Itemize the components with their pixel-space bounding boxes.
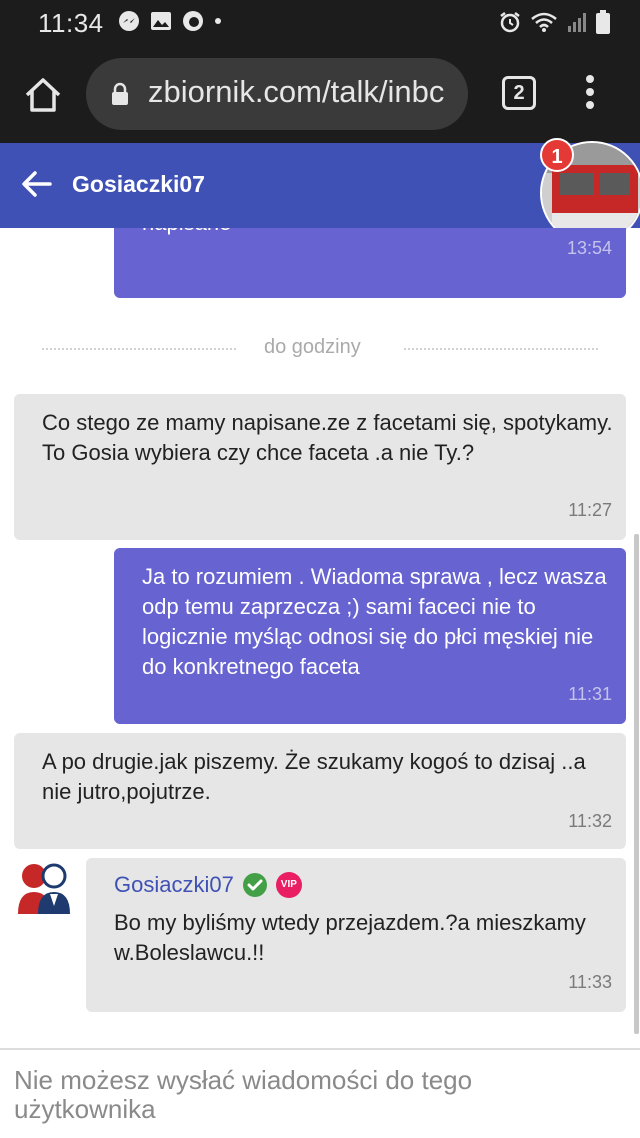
message-bubble-outgoing: Ja to rozumiem . Wiadoma sprawa , lecz w…	[114, 548, 626, 724]
messenger-icon	[119, 11, 139, 31]
home-icon[interactable]	[22, 74, 64, 116]
wifi-icon	[531, 12, 557, 32]
browser-menu-icon[interactable]	[580, 72, 600, 116]
sender-name: Gosiaczki07	[114, 872, 234, 897]
message-bubble-incoming: A po drugie.jak piszemy. Że szukamy kogo…	[14, 733, 626, 849]
notification-badge: 1	[540, 138, 574, 172]
url-text: zbiornik.com/talk/inbc	[148, 74, 445, 109]
scrollbar[interactable]	[634, 534, 639, 1034]
lock-icon	[112, 82, 128, 105]
back-arrow-icon[interactable]	[20, 167, 54, 201]
tab-switcher-button[interactable]: 2	[502, 76, 536, 110]
message-text: Co stego ze mamy napisane.ze z facetami …	[42, 410, 613, 465]
message-time: 11:27	[568, 500, 612, 520]
date-divider-label: do godziny	[264, 336, 361, 358]
message-list[interactable]: napisane 13:54 do godziny Co stego ze ma…	[0, 228, 640, 1048]
message-time: 11:31	[568, 684, 612, 704]
message-bubble-incoming: Gosiaczki07 VIP Bo my byliśmy wtedy prze…	[86, 858, 626, 1012]
message-sender[interactable]: Gosiaczki07 VIP	[114, 872, 302, 898]
chat-title: Gosiaczki07	[72, 171, 205, 197]
dot-icon	[215, 18, 221, 24]
alarm-icon	[500, 12, 520, 33]
message-text: napisane	[142, 228, 231, 238]
couple-avatar-icon[interactable]	[14, 858, 72, 916]
message-text: A po drugie.jak piszemy. Że szukamy kogo…	[42, 749, 586, 804]
message-time: 11:32	[568, 811, 612, 831]
date-divider: do godziny	[42, 336, 598, 366]
address-bar[interactable]: zbiornik.com/talk/inbc	[86, 58, 468, 130]
message-text: Ja to rozumiem . Wiadoma sprawa , lecz w…	[142, 564, 607, 679]
vip-badge: VIP	[275, 872, 302, 898]
message-bubble-outgoing: napisane 13:54	[114, 228, 626, 298]
composer-disabled: Nie możesz wysłać wiadomości do tego uży…	[0, 1048, 640, 1138]
signal-icon	[568, 13, 586, 32]
message-time: 11:33	[568, 972, 612, 992]
message-time: 13:54	[566, 238, 612, 258]
gallery-icon	[151, 12, 171, 30]
firefox-icon	[183, 11, 203, 31]
cannot-send-notice: Nie możesz wysłać wiadomości do tego uży…	[14, 1065, 473, 1124]
verified-icon	[242, 873, 267, 897]
status-bar: 11:34	[0, 0, 640, 48]
browser-toolbar: zbiornik.com/talk/inbc 2	[0, 48, 640, 143]
message-text: Bo my byliśmy wtedy przejazdem.?a mieszk…	[114, 910, 586, 965]
message-bubble-incoming: Co stego ze mamy napisane.ze z facetami …	[14, 394, 626, 540]
battery-icon	[596, 10, 610, 34]
status-time: 11:34	[38, 8, 104, 38]
